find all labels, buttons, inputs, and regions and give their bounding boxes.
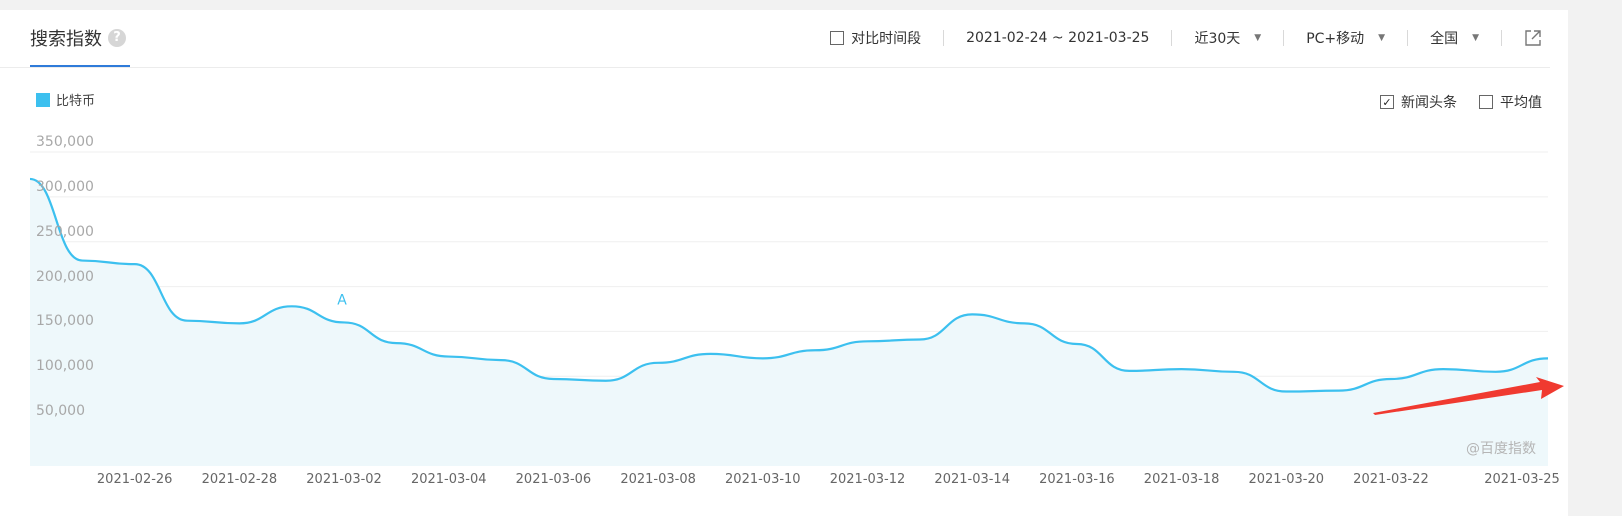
data-point[interactable] [131,260,139,268]
x-tick-label: 2021-03-16 [1039,472,1115,487]
data-point[interactable] [497,356,505,364]
x-tick-label: 2021-03-14 [934,472,1010,487]
data-point[interactable] [811,346,819,354]
data-point[interactable] [602,377,610,385]
data-point[interactable] [1178,365,1186,373]
y-tick-label: 150,000 [36,313,94,330]
watermark: @百度指数 [1466,441,1536,457]
x-tick-label: 2021-02-26 [96,472,173,487]
data-point[interactable] [1230,368,1238,376]
series-area [30,178,1548,466]
data-point[interactable] [183,317,191,325]
data-point[interactable] [1439,365,1447,373]
data-point[interactable] [1282,388,1290,396]
search-index-chart: A [26,151,1564,466]
y-tick-label: 200,000 [36,268,94,285]
x-tick-label: 2021-03-18 [1143,472,1220,487]
search-index-card: 搜索指数 ? 对比时间段 2021-02-24 ~ 2021-03-25 近30… [0,10,1568,516]
data-point[interactable] [1335,387,1343,395]
data-point[interactable] [288,302,296,310]
data-point[interactable] [759,354,767,362]
data-point[interactable] [864,337,872,345]
x-tick-label: 2021-03-25 [1484,472,1560,487]
data-point[interactable] [392,339,400,347]
y-tick-label: 300,000 [36,178,94,195]
y-tick-label: 250,000 [36,223,94,240]
y-tick-label: 350,000 [36,134,94,150]
y-tick-label: 50,000 [36,403,85,420]
x-tick-label: 2021-03-10 [725,472,801,487]
x-tick-label: 2021-03-12 [829,472,906,487]
data-point[interactable] [1387,375,1395,383]
data-point[interactable] [1492,368,1500,376]
x-tick-label: 2021-03-06 [515,472,592,487]
x-tick-label: 2021-03-02 [306,472,382,487]
x-tick-label: 2021-03-20 [1248,472,1325,487]
x-tick-label: 2021-03-04 [410,472,487,487]
data-point[interactable] [235,319,243,327]
x-tick-label: 2021-03-22 [1353,472,1429,487]
data-point[interactable] [26,175,34,183]
data-point[interactable] [78,257,86,265]
data-point[interactable] [1073,340,1081,348]
data-point[interactable] [340,318,348,326]
data-point[interactable] [549,375,557,383]
data-point[interactable] [445,353,453,361]
y-tick-label: 100,000 [36,358,94,375]
x-tick-label: 2021-02-28 [201,472,278,487]
data-point[interactable] [1021,319,1029,327]
data-point[interactable] [706,350,714,358]
data-point[interactable] [1125,367,1133,375]
data-point[interactable] [1544,354,1552,362]
data-point[interactable] [654,359,662,367]
news-annotation-marker[interactable]: A [337,292,347,308]
x-tick-label: 2021-03-08 [620,472,696,487]
data-point[interactable] [968,310,976,318]
data-point[interactable] [916,336,924,344]
